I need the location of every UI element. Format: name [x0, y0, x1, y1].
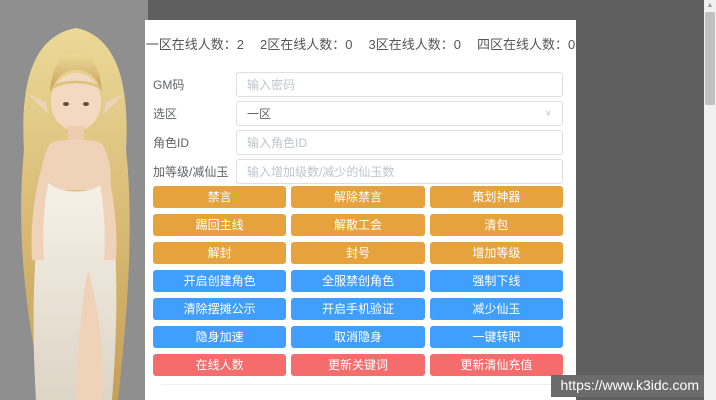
clear-stall-notice-button[interactable]: 清除摆摊公示: [153, 298, 286, 320]
gm-form: GM码 选区 一区 ∨ 角色ID 加等级/减仙玉: [153, 72, 563, 188]
stat-zone4: 四区在线人数：0: [477, 34, 575, 53]
form-row-server: 选区 一区 ∨: [153, 101, 563, 126]
server-select[interactable]: 一区 ∨: [236, 101, 563, 126]
ban-button[interactable]: 封号: [291, 242, 424, 264]
gm-code-input[interactable]: [236, 72, 563, 97]
server-select-value: 一区: [247, 105, 545, 122]
server-select-label: 选区: [153, 105, 236, 122]
reduce-jade-button[interactable]: 减少仙玉: [430, 298, 563, 320]
enable-phone-verify-button[interactable]: 开启手机验证: [291, 298, 424, 320]
oneclick-jobchange-button[interactable]: 一键转职: [430, 326, 563, 348]
clear-bag-button[interactable]: 清包: [430, 214, 563, 236]
forbid-create-role-button[interactable]: 全服禁创角色: [291, 270, 424, 292]
action-buttons-grid: 禁言 解除禁言 策划神器 踢回主线 解散工会 清包 解封 封号 增加等级 开启创…: [153, 186, 563, 376]
scroll-up-icon[interactable]: ▲: [704, 0, 716, 12]
role-id-input[interactable]: [236, 130, 563, 155]
bottom-divider: [161, 384, 558, 385]
disband-guild-button[interactable]: 解散工会: [291, 214, 424, 236]
update-keywords-button[interactable]: 更新关键词: [291, 354, 424, 376]
form-row-gm-code: GM码: [153, 72, 563, 97]
page-scrollbar[interactable]: ▲: [704, 0, 716, 400]
form-row-role-id: 角色ID: [153, 130, 563, 155]
update-recharge-button[interactable]: 更新清仙充值: [430, 354, 563, 376]
scrollbar-thumb[interactable]: [705, 12, 715, 105]
character-illustration: [0, 10, 148, 400]
chevron-down-icon: ∨: [545, 110, 552, 118]
planner-tool-button[interactable]: 策划神器: [430, 186, 563, 208]
unban-button[interactable]: 解封: [153, 242, 286, 264]
online-stats-bar: 一区在线人数：2 2区在线人数：0 3区在线人数：0 四区在线人数：0: [145, 34, 576, 53]
character-art-zone: [0, 0, 148, 400]
role-id-label: 角色ID: [153, 134, 236, 151]
kick-to-mainline-button[interactable]: 踢回主线: [153, 214, 286, 236]
watermark-link[interactable]: https://www.k3idc.com: [551, 375, 706, 397]
gm-panel: 一区在线人数：2 2区在线人数：0 3区在线人数：0 四区在线人数：0 GM码 …: [145, 20, 576, 400]
unmute-button[interactable]: 解除禁言: [291, 186, 424, 208]
level-jade-input[interactable]: [236, 159, 563, 184]
stat-zone2: 2区在线人数：0: [260, 34, 352, 53]
force-offline-button[interactable]: 强制下线: [430, 270, 563, 292]
mute-button[interactable]: 禁言: [153, 186, 286, 208]
gm-code-label: GM码: [153, 76, 236, 93]
stat-zone1: 一区在线人数：2: [146, 34, 244, 53]
enable-create-role-button[interactable]: 开启创建角色: [153, 270, 286, 292]
online-count-button[interactable]: 在线人数: [153, 354, 286, 376]
stat-zone3: 3区在线人数：0: [369, 34, 461, 53]
form-row-level-jade: 加等级/减仙玉: [153, 159, 563, 184]
stealth-speedup-button[interactable]: 隐身加速: [153, 326, 286, 348]
level-jade-label: 加等级/减仙玉: [153, 163, 236, 180]
cancel-stealth-button[interactable]: 取消隐身: [291, 326, 424, 348]
add-level-button[interactable]: 增加等级: [430, 242, 563, 264]
